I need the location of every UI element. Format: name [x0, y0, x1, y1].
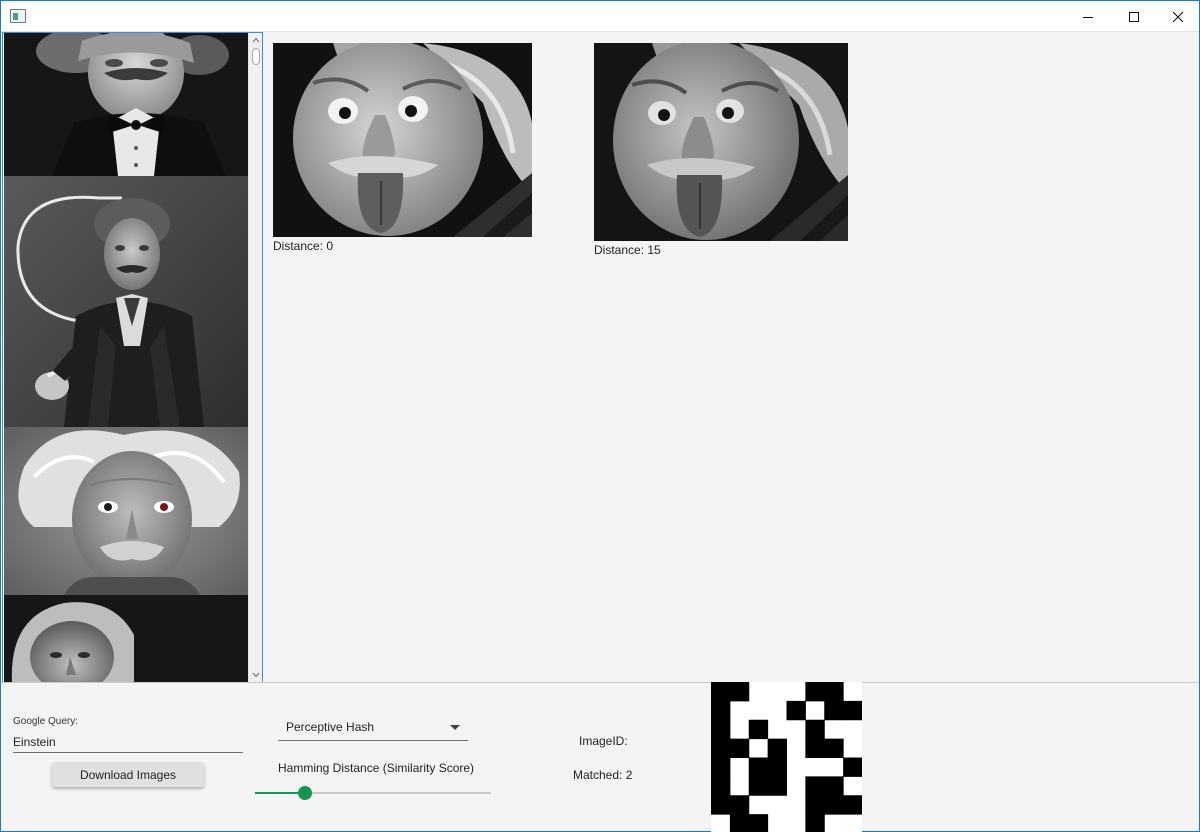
hash-bit-cell: [711, 719, 731, 740]
hash-bit-cell: [824, 682, 844, 702]
hash-bit-cell: [824, 776, 844, 796]
maximize-button[interactable]: [1111, 1, 1157, 32]
minimize-icon: [1083, 16, 1093, 18]
image-id-label: ImageID:: [579, 734, 628, 748]
hash-bit-cell: [729, 795, 750, 815]
result-distance-caption: Distance: 15: [594, 243, 661, 257]
query-label: Google Query:: [13, 716, 79, 727]
chevron-down-icon: [450, 725, 460, 730]
hash-bit-cell: [805, 719, 825, 740]
hamming-distance-slider[interactable]: [255, 783, 491, 803]
app-icon: [10, 9, 26, 23]
thumbnail-4[interactable]: [4, 595, 249, 682]
matched-count: Matched: 2: [573, 768, 633, 782]
hash-bit-cell: [748, 814, 769, 832]
hash-bit-cell: [767, 776, 788, 796]
hash-bit-cell: [805, 682, 825, 702]
scroll-thumb[interactable]: [252, 48, 260, 65]
hash-bit-cell: [843, 700, 862, 721]
hash-bit-cell: [729, 682, 750, 702]
maximize-icon: [1129, 11, 1139, 22]
hash-bit-cell: [711, 757, 731, 777]
thumbnail-3[interactable]: [4, 427, 249, 595]
hash-bit-cell: [729, 738, 750, 759]
hash-bit-cell: [824, 738, 844, 759]
hash-bit-cell: [767, 738, 788, 759]
hash-bit-cell: [805, 776, 825, 796]
hash-bit-cell: [843, 795, 862, 815]
download-images-button[interactable]: Download Images: [52, 762, 204, 787]
hash-algorithm-value: Perceptive Hash: [286, 720, 375, 734]
hash-bit-cell: [711, 682, 731, 702]
hash-bit-cell: [748, 757, 769, 777]
hash-bit-cell: [843, 757, 862, 777]
thumbnail-list[interactable]: [2, 32, 263, 683]
hash-bit-cell: [805, 738, 825, 759]
result-image-2[interactable]: [594, 43, 848, 241]
close-button[interactable]: [1155, 1, 1200, 32]
hash-bit-cell: [786, 700, 806, 721]
hash-bit-cell: [711, 795, 731, 815]
result-image-1[interactable]: [273, 43, 532, 237]
hash-bit-cell: [711, 776, 731, 796]
scroll-down-arrow-icon[interactable]: [249, 668, 262, 682]
result-distance-caption: Distance: 0: [273, 239, 334, 253]
panel-divider: [1, 682, 1199, 683]
hash-bit-cell: [805, 795, 825, 815]
hash-bit-cell: [711, 738, 731, 759]
thumbnail-2[interactable]: [4, 176, 249, 427]
hash-bit-cell: [711, 700, 731, 721]
result-1[interactable]: Distance: 0: [273, 43, 533, 255]
hash-bit-cell: [824, 700, 844, 721]
close-icon: [1172, 11, 1184, 22]
hash-bit-cell: [767, 757, 788, 777]
hash-visualization: [711, 682, 862, 832]
hash-bit-cell: [824, 795, 844, 815]
hash-bit-cell: [748, 776, 769, 796]
title-bar: [1, 1, 1199, 32]
slider-knob[interactable]: [298, 786, 312, 800]
query-input[interactable]: [13, 730, 243, 753]
thumbnail-1[interactable]: [4, 33, 249, 176]
scroll-up-arrow-icon[interactable]: [249, 33, 262, 47]
hash-bit-cell: [748, 719, 769, 740]
hash-algorithm-select[interactable]: Perceptive Hash: [278, 716, 468, 741]
minimize-button[interactable]: [1065, 1, 1111, 32]
thumbnail-scrollbar[interactable]: [248, 33, 262, 682]
result-2[interactable]: Distance: 15: [594, 43, 849, 259]
app-window: Distance: 0 Distance: 15 Google Query: E…: [0, 0, 1200, 832]
hash-bit-cell: [805, 814, 825, 832]
hash-bit-cell: [729, 814, 750, 832]
hamming-distance-label: Hamming Distance (Similarity Score): [278, 761, 475, 775]
